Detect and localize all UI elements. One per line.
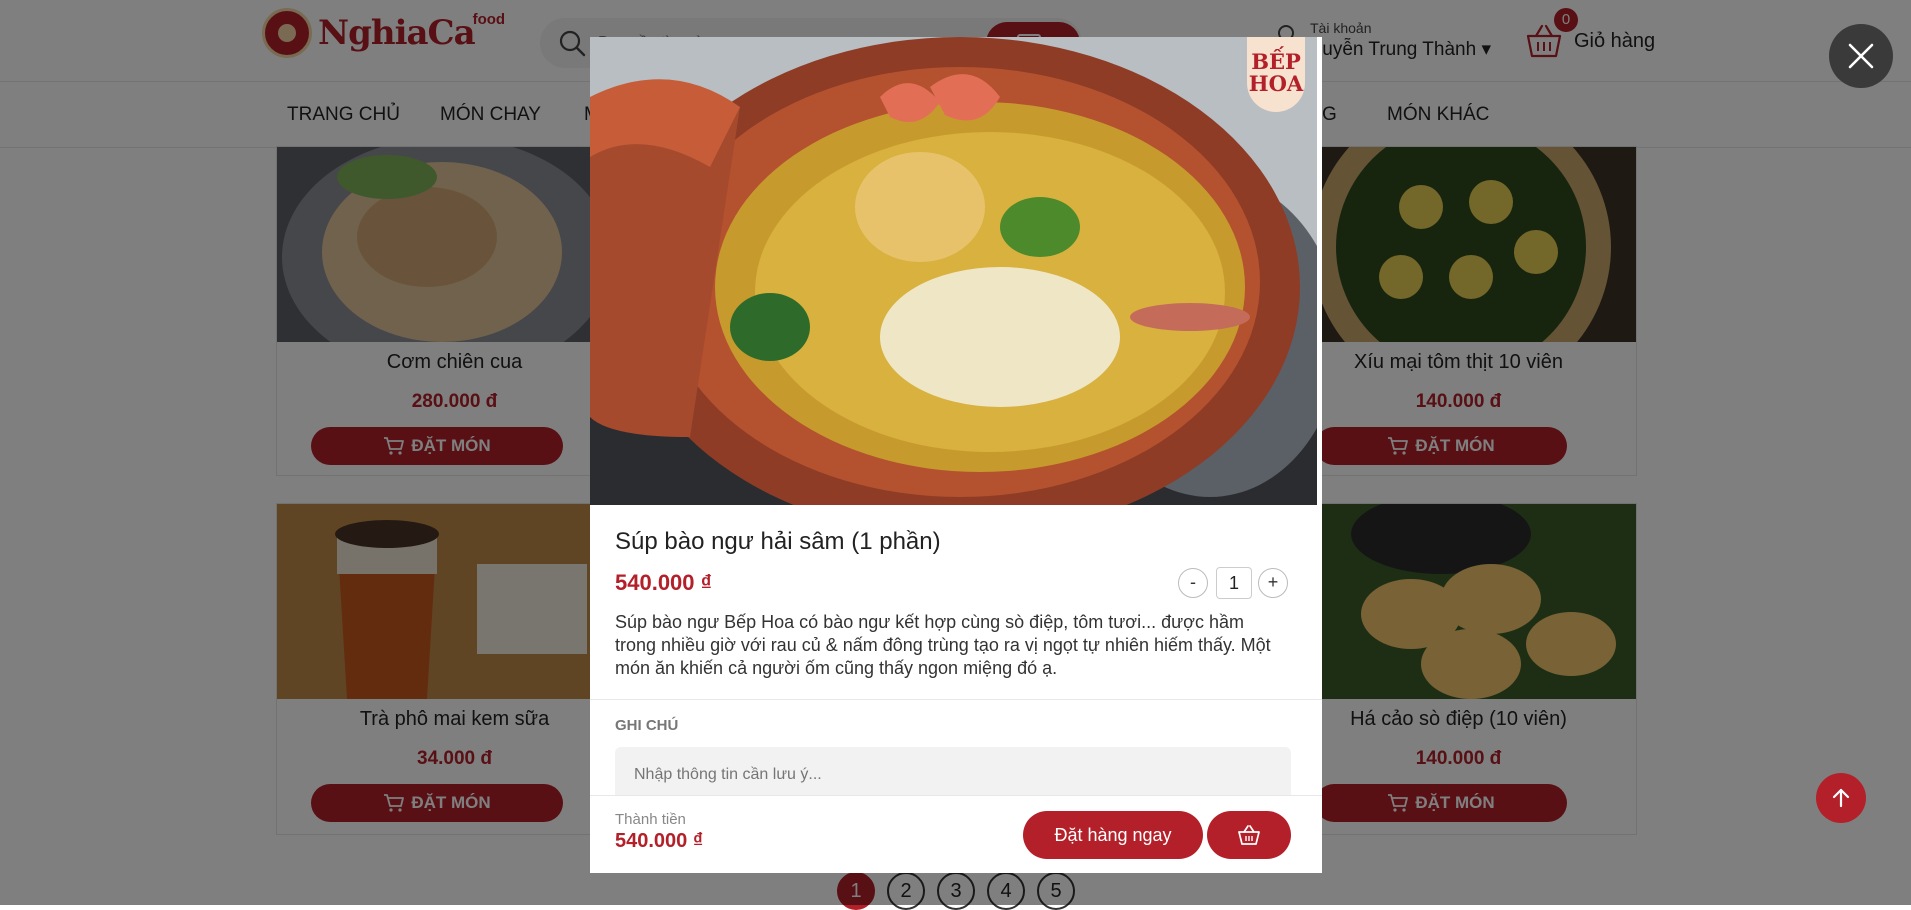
- quantity-input[interactable]: 1: [1216, 567, 1252, 599]
- order-now-button[interactable]: Đặt hàng ngay: [1023, 811, 1203, 859]
- brand-line-1: BẾP: [1251, 49, 1301, 74]
- product-title: Súp bào ngư hải sâm (1 phần): [615, 528, 941, 555]
- product-detail-modal: BẾP HOA Súp bào ngư hải sâm (1 phần) 540…: [590, 37, 1322, 873]
- scroll-to-top-button[interactable]: [1816, 773, 1866, 823]
- divider: [590, 699, 1322, 700]
- total-value: 540.000 ₫: [615, 830, 704, 852]
- note-label: GHI CHÚ: [615, 717, 679, 734]
- quantity-increase-button[interactable]: +: [1258, 568, 1288, 598]
- basket-icon: [1238, 825, 1260, 845]
- close-icon: [1848, 43, 1874, 69]
- quantity-decrease-button[interactable]: -: [1178, 568, 1208, 598]
- modal-footer: Thành tiền 540.000 ₫ Đặt hàng ngay: [590, 795, 1322, 873]
- product-price: 540.000 ₫: [615, 570, 712, 595]
- arrow-up-icon: [1832, 788, 1850, 808]
- total-label: Thành tiền: [615, 811, 686, 828]
- product-detail-image: BẾP HOA: [590, 37, 1317, 505]
- close-modal-button[interactable]: [1829, 24, 1893, 88]
- brand-line-2: HOA: [1248, 71, 1304, 96]
- add-to-cart-button[interactable]: [1207, 811, 1291, 859]
- product-description: Súp bào ngư Bếp Hoa có bào ngư kết hợp c…: [615, 612, 1271, 678]
- brand-logo-badge: BẾP HOA: [1247, 37, 1305, 112]
